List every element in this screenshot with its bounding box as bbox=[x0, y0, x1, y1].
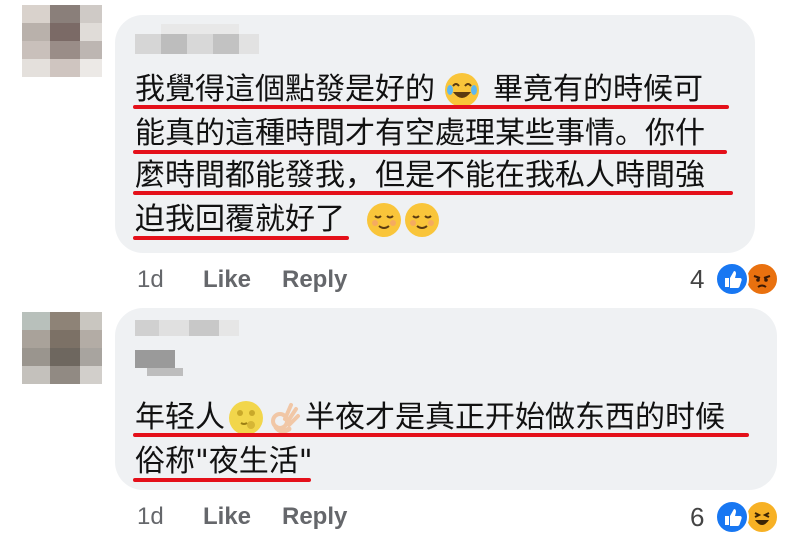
reply-button[interactable]: Reply bbox=[282, 503, 347, 531]
comment-text: 能真的這種時間才有空處理某些事情。你什 bbox=[135, 116, 705, 151]
comment-text-line: 麼時間都能發我，但是不能在我私人時間強 bbox=[135, 156, 705, 196]
like-button[interactable]: Like bbox=[203, 503, 251, 531]
red-underline bbox=[133, 433, 749, 437]
reaction-count[interactable]: 4 bbox=[690, 264, 704, 295]
comment-text: 年轻人 bbox=[135, 400, 225, 435]
reaction-count[interactable]: 6 bbox=[690, 502, 704, 533]
like-reaction-icon bbox=[715, 262, 749, 296]
comment-text: 我覺得這個點發是好的 bbox=[135, 72, 435, 107]
full-moon-face-emoji-icon bbox=[229, 401, 263, 435]
red-underline bbox=[133, 478, 311, 482]
comment-text: 半夜才是真正开始做东西的时候 bbox=[305, 400, 725, 435]
reply-button[interactable]: Reply bbox=[282, 266, 347, 294]
red-underline bbox=[133, 105, 729, 109]
comment-text-line: 我覺得這個點發是好的 畢竟有的時候可 bbox=[135, 70, 703, 110]
laugh-reaction-icon bbox=[745, 500, 779, 534]
comment-text-line: 迫我回覆就好了 bbox=[135, 200, 439, 240]
relieved-face-emoji-icon bbox=[405, 203, 439, 237]
comment-timestamp[interactable]: 1d bbox=[137, 503, 164, 531]
comment-text: 麼時間都能發我，但是不能在我私人時間強 bbox=[135, 158, 705, 193]
comment-text: 俗称"夜生活" bbox=[135, 444, 313, 479]
red-underline bbox=[133, 236, 349, 240]
comment-timestamp[interactable]: 1d bbox=[137, 266, 164, 294]
comment-text-line: 俗称"夜生活" bbox=[135, 442, 313, 482]
red-underline bbox=[133, 191, 733, 195]
comment-text-line: 年轻人 半夜才是真正开始做东西的时候 bbox=[135, 398, 725, 438]
like-reaction-icon bbox=[715, 500, 749, 534]
comment-text-line: 能真的這種時間才有空處理某些事情。你什 bbox=[135, 114, 705, 154]
avatar[interactable] bbox=[22, 5, 102, 77]
ok-hand-emoji-icon bbox=[267, 401, 301, 435]
avatar[interactable] bbox=[22, 312, 102, 384]
like-button[interactable]: Like bbox=[203, 266, 251, 294]
comment-text: 迫我回覆就好了 bbox=[135, 202, 345, 237]
relieved-face-emoji-icon bbox=[367, 203, 401, 237]
tears-of-joy-emoji-icon bbox=[445, 73, 479, 107]
red-underline bbox=[133, 150, 727, 154]
angry-reaction-icon bbox=[745, 262, 779, 296]
comment-text: 畢竟有的時候可 bbox=[493, 72, 703, 107]
